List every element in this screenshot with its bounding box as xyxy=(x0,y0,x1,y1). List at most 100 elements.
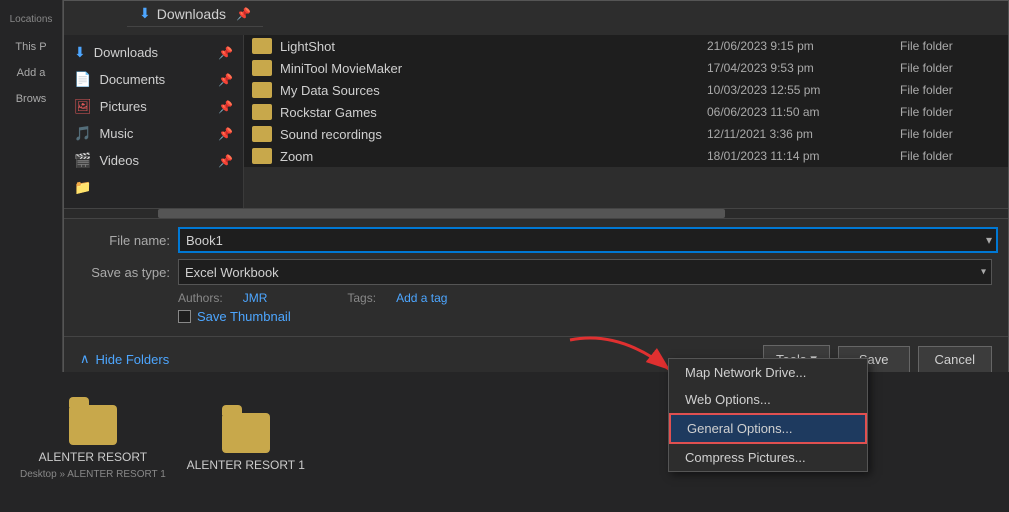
file-type-cell: File folder xyxy=(900,39,1000,53)
file-type-cell: File folder xyxy=(900,83,1000,97)
folder-icon xyxy=(252,38,272,54)
taskbar-label-1: ALENTER RESORT 1 xyxy=(187,458,305,472)
file-date-cell: 06/06/2023 11:50 am xyxy=(707,105,892,119)
file-name-cell: MiniTool MovieMaker xyxy=(280,61,699,76)
filename-input[interactable] xyxy=(178,227,998,253)
file-name-cell: My Data Sources xyxy=(280,83,699,98)
file-type-cell: File folder xyxy=(900,149,1000,163)
file-name-cell: LightShot xyxy=(280,39,699,54)
pin-videos: 📌 xyxy=(218,154,233,168)
hide-folders-btn[interactable]: ∧ Hide Folders xyxy=(80,351,169,367)
file-type-cell: File folder xyxy=(900,127,1000,141)
form-area: File name: ▾ Save as type: Excel Workboo… xyxy=(64,218,1008,336)
file-row[interactable]: LightShot 21/06/2023 9:15 pm File folder xyxy=(244,35,1008,57)
savetype-wrapper: Excel Workbook ▾ xyxy=(178,259,992,285)
file-date-cell: 17/04/2023 9:53 pm xyxy=(707,61,892,75)
cancel-button[interactable]: Cancel xyxy=(918,346,992,373)
file-type-cell: File folder xyxy=(900,61,1000,75)
file-name-cell: Sound recordings xyxy=(280,127,699,142)
file-date-cell: 10/03/2023 12:55 pm xyxy=(707,83,892,97)
file-type-cell: File folder xyxy=(900,105,1000,119)
file-date-cell: 18/01/2023 11:14 pm xyxy=(707,149,892,163)
browse-label: Brows xyxy=(14,91,49,107)
menu-item-map-network[interactable]: Map Network Drive... xyxy=(669,359,867,386)
file-row[interactable]: My Data Sources 10/03/2023 12:55 pm File f… xyxy=(244,79,1008,101)
taskbar-folder-icon-0 xyxy=(69,405,117,445)
this-pc-label: This P xyxy=(13,39,48,55)
taskbar-sub-0: Desktop » ALENTER RESORT 1 xyxy=(20,469,166,480)
authors-value[interactable]: JMR xyxy=(243,291,268,305)
add-label: Add a xyxy=(15,65,48,81)
savetype-label: Save as type: xyxy=(80,265,170,280)
authors-label: Authors: xyxy=(178,291,223,305)
sidebar-label-downloads: Downloads xyxy=(94,45,158,60)
downloads-tab-label: Downloads xyxy=(157,6,226,22)
file-name-cell: Rockstar Games xyxy=(280,105,699,120)
file-list-area: LightShot21/06/2023 9:15 pmFile folderMi… xyxy=(244,35,1008,208)
sidebar-label-music: Music xyxy=(99,126,133,141)
filename-label: File name: xyxy=(80,233,170,248)
file-date-cell: 21/06/2023 9:15 pm xyxy=(707,39,892,53)
menu-item-web-options[interactable]: Web Options... xyxy=(669,386,867,413)
tools-dropdown-menu: Map Network Drive... Web Options... Gene… xyxy=(668,358,868,472)
menu-item-compress-pictures[interactable]: Compress Pictures... xyxy=(669,444,867,471)
pin-pictures: 📌 xyxy=(218,100,233,114)
menu-item-general-options[interactable]: General Options... xyxy=(669,413,867,444)
pin-music: 📌 xyxy=(218,127,233,141)
sidebar-item-music[interactable]: 🎵 Music 📌 xyxy=(64,120,243,147)
quick-access-sidebar: ⬇ Downloads 📌 📄 Documents 📌 🖼 Pictures 📌… xyxy=(64,35,244,208)
sidebar-item-downloads[interactable]: ⬇ Downloads 📌 xyxy=(64,39,243,66)
sidebar-label-videos: Videos xyxy=(99,153,139,168)
sidebar-item-documents[interactable]: 📄 Documents 📌 xyxy=(64,66,243,93)
menu-label-web-options: Web Options... xyxy=(685,392,771,407)
file-row[interactable]: Zoom 18/01/2023 11:14 pm File folder xyxy=(244,145,1008,167)
tags-value[interactable]: Add a tag xyxy=(396,291,447,305)
pin-icon: 📌 xyxy=(236,7,251,21)
locations-label: Locations xyxy=(0,10,62,29)
music-icon: 🎵 xyxy=(74,125,91,142)
folder-icon xyxy=(252,126,272,142)
taskbar-label-0: ALENTER RESORT xyxy=(39,450,147,464)
downloads-icon: ⬇ xyxy=(74,44,86,61)
savetype-row: Save as type: Excel Workbook ▾ xyxy=(80,259,992,285)
sidebar-label-pictures: Pictures xyxy=(100,99,147,114)
sidebar-item-pictures[interactable]: 🖼 Pictures 📌 xyxy=(64,93,243,120)
tags-label: Tags: xyxy=(347,291,376,305)
file-row[interactable]: MiniTool MovieMaker 17/04/2023 9:53 pm Fil… xyxy=(244,57,1008,79)
meta-row: Authors: JMR Tags: Add a tag xyxy=(80,291,992,305)
thumbnail-checkbox[interactable] xyxy=(178,310,191,323)
folder-extra-icon: 📁 xyxy=(74,179,91,196)
sidebar-item-folder-extra[interactable]: 📁 xyxy=(64,174,243,201)
thumbnail-label[interactable]: Save Thumbnail xyxy=(197,309,291,324)
pin-downloads: 📌 xyxy=(218,46,233,60)
scrollbar-thumb[interactable] xyxy=(158,209,724,218)
filename-row: File name: ▾ xyxy=(80,227,992,253)
file-date-cell: 12/11/2021 3:36 pm xyxy=(707,127,892,141)
nav-sidebar: Locations This P Add a Brows xyxy=(0,0,63,382)
sidebar-item-videos[interactable]: 🎬 Videos 📌 xyxy=(64,147,243,174)
taskbar-item-1[interactable]: ALENTER RESORT 1 xyxy=(186,413,306,472)
download-icon: ⬇ xyxy=(139,5,151,22)
menu-label-general-options: General Options... xyxy=(687,421,793,436)
horizontal-scrollbar[interactable] xyxy=(64,208,1008,218)
pin-documents: 📌 xyxy=(218,73,233,87)
taskbar-folder-icon-1 xyxy=(222,413,270,453)
menu-label-map-network: Map Network Drive... xyxy=(685,365,806,380)
folder-icon xyxy=(252,60,272,76)
filename-dropdown-arrow[interactable]: ▾ xyxy=(986,233,992,247)
downloads-tab[interactable]: ⬇ Downloads 📌 xyxy=(127,1,263,27)
thumbnail-row: Save Thumbnail xyxy=(80,309,992,324)
chevron-up-icon: ∧ xyxy=(80,351,90,367)
pictures-icon: 🖼 xyxy=(74,98,92,115)
folder-icon xyxy=(252,82,272,98)
file-row[interactable]: Rockstar Games 06/06/2023 11:50 am File fo… xyxy=(244,101,1008,123)
menu-label-compress-pictures: Compress Pictures... xyxy=(685,450,806,465)
save-as-dialog: ⬇ Downloads 📌 ⬇ Downloads 📌 📄 Documents … xyxy=(63,0,1009,382)
file-name-cell: Zoom xyxy=(280,149,699,164)
videos-icon: 🎬 xyxy=(74,152,91,169)
folder-icon xyxy=(252,104,272,120)
file-row[interactable]: Sound recordings 12/11/2021 3:36 pm File f… xyxy=(244,123,1008,145)
taskbar-item-0[interactable]: ALENTER RESORT Desktop » ALENTER RESORT … xyxy=(20,405,166,480)
documents-icon: 📄 xyxy=(74,71,91,88)
savetype-select[interactable]: Excel Workbook xyxy=(178,259,992,285)
